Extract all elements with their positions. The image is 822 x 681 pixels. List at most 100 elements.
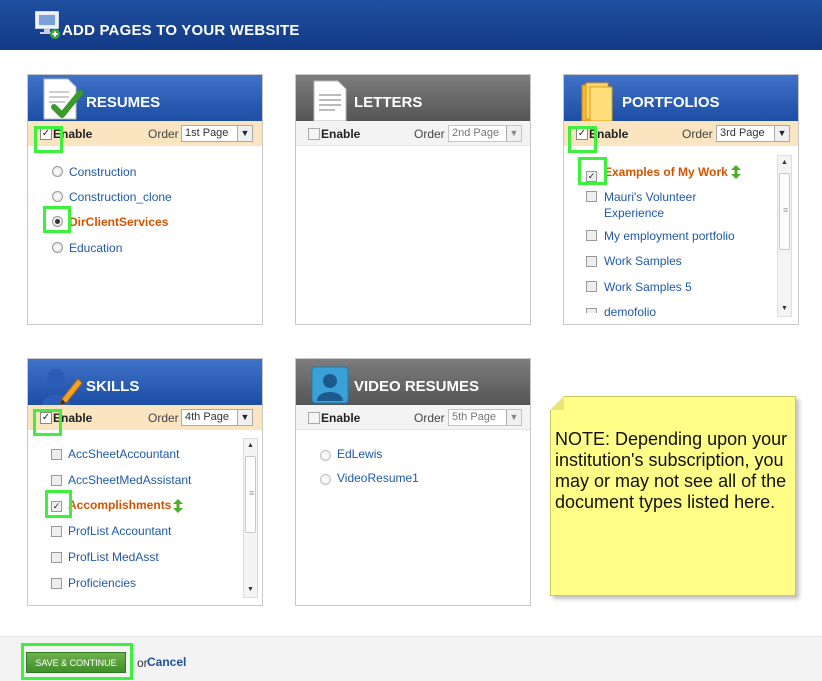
portfolio-checkbox-employment[interactable] xyxy=(586,230,597,241)
folder-icon xyxy=(581,82,613,122)
skill-checkbox-proflist-medasst[interactable] xyxy=(51,552,62,563)
cancel-link[interactable]: Cancel xyxy=(147,655,186,669)
portfolios-order-select[interactable]: 3rd Page ▼ xyxy=(716,125,790,142)
video-resumes-panel-header: VIDEO RESUMES xyxy=(296,359,530,405)
letters-panel-header: LETTERS xyxy=(296,75,530,122)
highlight-resumes-enable xyxy=(34,126,63,153)
up-down-arrow-icon[interactable] xyxy=(173,499,183,513)
letters-enable-checkbox[interactable] xyxy=(308,128,320,140)
resume-radio-education[interactable] xyxy=(52,242,63,253)
portfolio-item-mauri[interactable]: Mauri's Volunteer Experience xyxy=(604,189,754,221)
letters-panel: LETTERS Enable Order 2nd Page ▼ xyxy=(295,74,531,325)
resume-radio-construction-clone[interactable] xyxy=(52,191,63,202)
portfolios-control-bar: ✓ Enable Order 3rd Page ▼ xyxy=(564,121,798,146)
up-down-arrow-icon[interactable] xyxy=(731,165,741,179)
skill-item-proflist-medasst[interactable]: ProfList MedAsst xyxy=(68,550,159,564)
portfolios-scroll-thumb[interactable]: ≡ xyxy=(779,173,790,250)
scroll-up-icon[interactable]: ▲ xyxy=(778,156,791,170)
letters-title: LETTERS xyxy=(354,94,423,111)
video-resumes-order-select[interactable]: 5th Page ▼ xyxy=(448,409,522,426)
resumes-order-label: Order xyxy=(148,127,179,141)
document-lines-icon xyxy=(313,80,347,122)
skill-item-proflist-accountant[interactable]: ProfList Accountant xyxy=(68,524,171,538)
portfolio-item-work-samples-5[interactable]: Work Samples 5 xyxy=(604,280,692,294)
chevron-down-icon: ▼ xyxy=(774,126,789,141)
portfolios-order-label: Order xyxy=(682,127,713,141)
letters-order-label: Order xyxy=(414,127,445,141)
resumes-title: RESUMES xyxy=(86,94,161,111)
video-resumes-enable-checkbox[interactable] xyxy=(308,412,320,424)
grip-icon: ≡ xyxy=(783,205,789,215)
person-pencil-icon xyxy=(42,369,83,406)
video-item-edlewis[interactable]: EdLewis xyxy=(337,447,382,461)
skills-scrollbar[interactable]: ▲ ≡ ▼ xyxy=(243,438,258,598)
highlight-examples-of-my-work xyxy=(578,157,607,185)
skills-panel-header: SKILLS xyxy=(28,359,262,406)
letters-enable-label: Enable xyxy=(321,127,361,141)
highlight-skills-enable xyxy=(33,409,62,436)
chevron-down-icon: ▼ xyxy=(237,126,252,141)
portfolio-checkbox-demofolio[interactable] xyxy=(586,308,597,313)
monitor-plus-icon xyxy=(35,11,60,39)
portfolio-item-work-samples[interactable]: Work Samples xyxy=(604,254,682,268)
skills-order-select[interactable]: 4th Page ▼ xyxy=(181,409,253,426)
resumes-order-value: 1st Page xyxy=(185,127,229,139)
scroll-down-icon[interactable]: ▼ xyxy=(778,302,791,316)
document-check-icon xyxy=(43,78,83,120)
skill-item-accsheetmedassistant[interactable]: AccSheetMedAssistant xyxy=(68,473,191,487)
letters-control-bar: Enable Order 2nd Page ▼ xyxy=(296,121,530,146)
letters-order-select[interactable]: 2nd Page ▼ xyxy=(448,125,522,142)
video-radio-videoresume1[interactable] xyxy=(320,474,331,485)
resumes-panel-header: RESUMES xyxy=(28,75,262,121)
video-item-videoresume1[interactable]: VideoResume1 xyxy=(337,471,419,485)
portfolio-item-employment[interactable]: My employment portfolio xyxy=(604,229,735,243)
portfolio-checkbox-work-samples[interactable] xyxy=(586,256,597,267)
video-resumes-order-label: Order xyxy=(414,411,445,425)
chevron-down-icon: ▼ xyxy=(506,410,521,425)
highlight-accomplishments xyxy=(45,490,72,518)
resume-item-construction[interactable]: Construction xyxy=(69,165,136,179)
portfolio-item-examples[interactable]: Examples of My Work xyxy=(604,165,728,179)
resumes-panel: RESUMES ✓ Enable Order 1st Page ▼ Constr… xyxy=(27,74,263,325)
skill-item-proficiencies[interactable]: Proficiencies xyxy=(68,576,136,590)
skills-order-label: Order xyxy=(148,411,179,425)
portfolios-panel-header: PORTFOLIOS xyxy=(564,75,798,122)
resume-radio-construction[interactable] xyxy=(52,166,63,177)
person-video-icon xyxy=(311,366,349,404)
skills-scroll-thumb[interactable]: ≡ xyxy=(245,456,256,533)
letters-order-value: 2nd Page xyxy=(452,127,500,139)
skill-checkbox-proficiencies[interactable] xyxy=(51,578,62,589)
skills-order-value: 4th Page xyxy=(185,411,230,423)
skills-title: SKILLS xyxy=(86,378,140,395)
video-resumes-enable-label: Enable xyxy=(321,411,361,425)
note-corner-fold xyxy=(550,396,564,410)
subscription-note: NOTE: Depending upon your institution's … xyxy=(550,396,796,596)
resume-item-dirclientservices[interactable]: DirClientServices xyxy=(69,215,168,229)
resume-item-construction-clone[interactable]: Construction_clone xyxy=(69,190,172,204)
skill-checkbox-accsheetmedassistant[interactable] xyxy=(51,475,62,486)
scroll-down-icon[interactable]: ▼ xyxy=(244,583,257,597)
portfolios-title: PORTFOLIOS xyxy=(622,94,720,111)
skill-item-accomplishments[interactable]: Accomplishments xyxy=(68,498,171,512)
video-resumes-title: VIDEO RESUMES xyxy=(354,378,480,395)
portfolio-item-demofolio[interactable]: demofolio xyxy=(604,305,656,317)
skill-checkbox-accsheetaccountant[interactable] xyxy=(51,449,62,460)
scroll-up-icon[interactable]: ▲ xyxy=(244,439,257,453)
portfolio-checkbox-work-samples-5[interactable] xyxy=(586,281,597,292)
subscription-note-text: NOTE: Depending upon your institution's … xyxy=(555,429,788,512)
highlight-dirclientservices xyxy=(43,206,71,233)
grip-icon: ≡ xyxy=(249,488,255,498)
resumes-order-select[interactable]: 1st Page ▼ xyxy=(181,125,253,142)
highlight-portfolios-enable xyxy=(568,126,597,153)
resumes-control-bar: ✓ Enable Order 1st Page ▼ xyxy=(28,121,262,146)
portfolios-scrollbar[interactable]: ▲ ≡ ▼ xyxy=(777,155,792,317)
resume-item-education[interactable]: Education xyxy=(69,241,122,255)
skill-checkbox-proflist-accountant[interactable] xyxy=(51,526,62,537)
video-radio-edlewis[interactable] xyxy=(320,450,331,461)
portfolio-checkbox-mauri[interactable] xyxy=(586,191,597,202)
portfolios-panel: PORTFOLIOS ✓ Enable Order 3rd Page ▼ ✓ E… xyxy=(563,74,799,325)
video-resumes-panel: VIDEO RESUMES Enable Order 5th Page ▼ Ed… xyxy=(295,358,531,606)
skill-item-accsheetaccountant[interactable]: AccSheetAccountant xyxy=(68,447,179,461)
video-resumes-control-bar: Enable Order 5th Page ▼ xyxy=(296,405,530,430)
add-pages-page: ADD PAGES TO YOUR WEBSITE RESUMES ✓ Enab… xyxy=(0,0,822,681)
